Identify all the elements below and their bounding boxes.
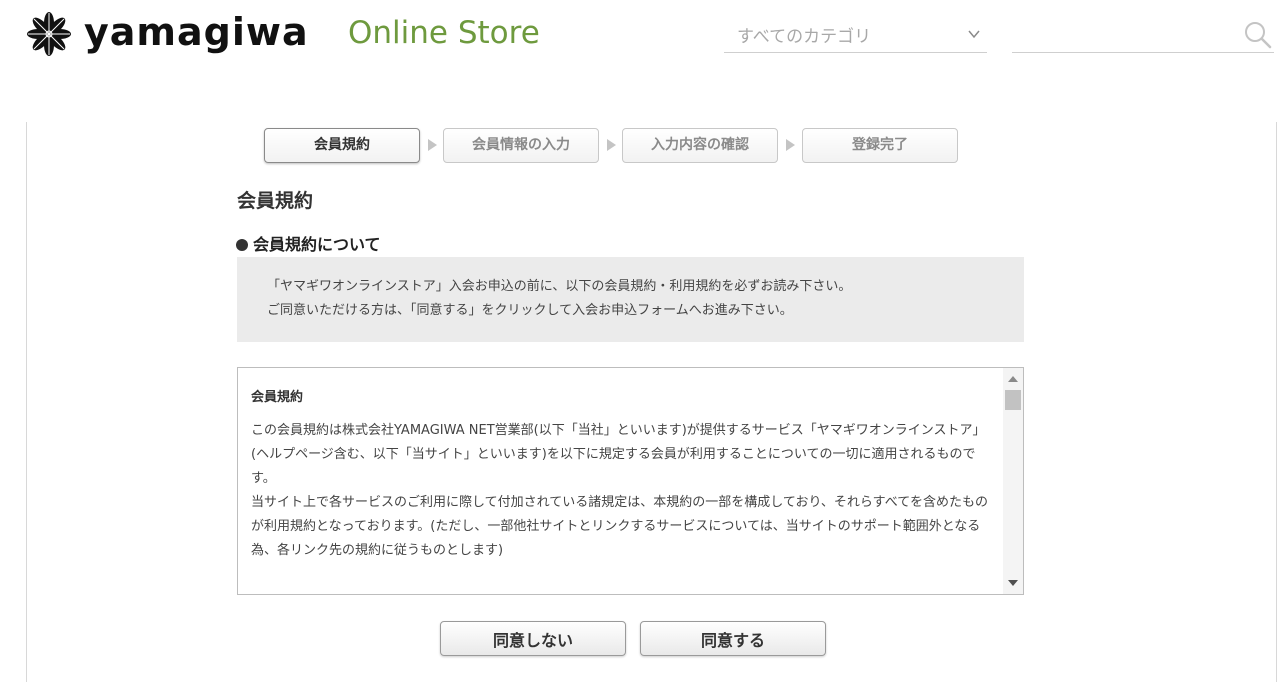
page-title: 会員規約 bbox=[237, 190, 314, 212]
search-input[interactable] bbox=[1012, 20, 1238, 50]
scroll-down-arrow-icon[interactable] bbox=[1008, 580, 1018, 586]
section-title: 会員規約について bbox=[236, 231, 381, 255]
terms-heading: 会員規約 bbox=[251, 390, 304, 405]
chevron-down-icon bbox=[968, 30, 980, 39]
terms-paragraph: この会員規約は株式会社YAMAGIWA NET営業部(以下「当社」といいます)が… bbox=[251, 423, 986, 486]
site-header: yamagiwa Online Store すべてのカテゴリ bbox=[0, 0, 1287, 70]
yamagiwa-logo-icon[interactable] bbox=[26, 11, 72, 57]
notice-box: 「ヤマギワオンラインストア」入会お申込の前に、以下の会員規約・利用規約を必ずお読… bbox=[237, 257, 1024, 342]
terms-content: 会員規約 この会員規約は株式会社YAMAGIWA NET営業部(以下「当社」とい… bbox=[251, 386, 993, 563]
step-member-info: 会員情報の入力 bbox=[443, 128, 599, 163]
step-terms: 会員規約 bbox=[264, 128, 420, 163]
terms-scroll-box[interactable]: 会員規約 この会員規約は株式会社YAMAGIWA NET営業部(以下「当社」とい… bbox=[237, 367, 1024, 595]
notice-line: ご同意いただける方は、「同意する」をクリックして入会お申込フォームへお進み下さい… bbox=[267, 303, 793, 318]
step-arrow-icon bbox=[786, 139, 795, 151]
step-complete: 登録完了 bbox=[802, 128, 958, 163]
disagree-button[interactable]: 同意しない bbox=[440, 621, 626, 656]
bullet-icon bbox=[236, 239, 248, 251]
step-confirm: 入力内容の確認 bbox=[622, 128, 778, 163]
search-box bbox=[1012, 18, 1274, 53]
scroll-thumb[interactable] bbox=[1005, 390, 1021, 410]
section-title-text: 会員規約について bbox=[253, 235, 381, 254]
search-icon[interactable] bbox=[1244, 21, 1272, 49]
logo-subtitle[interactable]: Online Store bbox=[348, 13, 540, 53]
notice-line: 「ヤマギワオンラインストア」入会お申込の前に、以下の会員規約・利用規約を必ずお読… bbox=[267, 279, 852, 294]
vertical-scrollbar[interactable] bbox=[1003, 368, 1023, 594]
terms-paragraph: 当サイト上で各サービスのご利用に際して付加されている諸規定は、本規約の一部を構成… bbox=[251, 495, 988, 558]
scroll-up-arrow-icon[interactable] bbox=[1008, 376, 1018, 382]
step-arrow-icon bbox=[607, 139, 616, 151]
agree-button[interactable]: 同意する bbox=[640, 621, 826, 656]
logo-wordmark[interactable]: yamagiwa bbox=[84, 6, 309, 58]
category-select[interactable]: すべてのカテゴリ bbox=[724, 18, 987, 53]
category-select-value: すべてのカテゴリ bbox=[737, 27, 872, 47]
step-arrow-icon bbox=[428, 139, 437, 151]
